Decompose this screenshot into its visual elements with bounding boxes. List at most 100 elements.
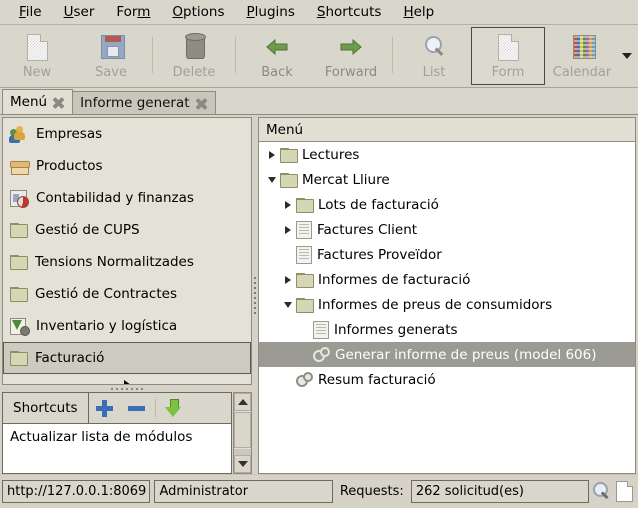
tree-node-informes-de-facturacio[interactable]: Informes de facturació xyxy=(259,267,635,292)
sidebar-item-contractes[interactable]: Gestió de Contractes xyxy=(3,278,251,310)
new-page-icon xyxy=(21,32,53,62)
menu-plugins[interactable]: Plugins xyxy=(236,2,306,22)
menu-options[interactable]: Options xyxy=(161,2,235,22)
tree-node-lots-de-facturacio[interactable]: Lots de facturació xyxy=(259,192,635,217)
scrollbar-thumb[interactable] xyxy=(234,412,251,448)
toolbar-list-button[interactable]: List xyxy=(397,27,471,85)
folder-icon xyxy=(10,287,28,302)
shortcuts-add-button[interactable] xyxy=(89,393,121,423)
tree-node-label: Informes de preus de consumidors xyxy=(318,296,553,313)
tree-node-generar-informe-de-preus[interactable]: Generar informe de preus (model 606) xyxy=(259,342,635,367)
tree-node-label: Factures Proveïdor xyxy=(317,246,442,263)
menu-help[interactable]: Help xyxy=(392,2,445,22)
sidebar-item-label: Contabilidad y finanzas xyxy=(36,190,194,206)
menu-form[interactable]: Form xyxy=(105,2,161,22)
tab-menu[interactable]: Menú xyxy=(2,89,74,114)
status-requests-label: Requests: xyxy=(339,483,404,499)
sidebar-item-inventario[interactable]: Inventario y logística xyxy=(3,310,251,342)
menu-shortcuts[interactable]: Shortcuts xyxy=(306,2,393,22)
toolbar-delete-label: Delete xyxy=(172,65,216,80)
sidebar-item-empresas[interactable]: Empresas xyxy=(3,118,251,150)
sidebar-item-facturacio[interactable]: Facturació xyxy=(3,342,251,374)
tab-menu-label: Menú xyxy=(10,94,48,110)
twisty-expanded-icon[interactable] xyxy=(280,301,296,308)
sidebar-item-label: Gestió de Contractes xyxy=(35,286,177,302)
sidebar-item-tensions[interactable]: Tensions Normalitzades xyxy=(3,246,251,278)
folder-icon xyxy=(10,351,28,366)
triangle-up-icon xyxy=(237,399,248,405)
twisty-collapsed-icon[interactable] xyxy=(264,150,280,159)
close-icon[interactable] xyxy=(195,97,208,110)
shortcuts-scrollbar[interactable] xyxy=(233,392,252,474)
tree-node-label: Mercat Lliure xyxy=(302,171,390,188)
tree-node-resum-facturacio[interactable]: Resum facturació xyxy=(259,367,635,392)
toolbar-separator xyxy=(235,37,236,73)
status-bar: http://127.0.0.1:8069 ... Administrator … xyxy=(0,474,638,508)
shortcuts-title: Shortcuts xyxy=(3,393,89,423)
toolbar-delete-button[interactable]: Delete xyxy=(157,27,231,85)
sidebar-scroll-more[interactable] xyxy=(3,374,251,385)
sidebar-item-label: Productos xyxy=(36,158,103,174)
toolbar-new-button[interactable]: New xyxy=(0,27,74,85)
status-search-button[interactable] xyxy=(589,479,612,503)
triangle-down-icon xyxy=(237,461,248,467)
calendar-icon xyxy=(566,32,598,62)
toolbar-save-label: Save xyxy=(95,65,127,80)
inventory-icon xyxy=(10,317,30,336)
twisty-expanded-icon[interactable] xyxy=(264,176,280,183)
document-icon xyxy=(296,245,312,264)
tree-node-informes-generats[interactable]: Informes generats xyxy=(259,317,635,342)
tree-node-informes-de-preus[interactable]: Informes de preus de consumidors xyxy=(259,292,635,317)
sidebar-item-gestio-cups[interactable]: Gestió de CUPS xyxy=(3,214,251,246)
tree-node-label: Lectures xyxy=(302,146,360,163)
arrow-left-icon xyxy=(261,32,293,62)
download-arrow-icon xyxy=(165,399,182,417)
tree-node-factures-proveidor[interactable]: Factures Proveïdor xyxy=(259,242,635,267)
tree-node-mercat-lliure[interactable]: Mercat Lliure xyxy=(259,167,635,192)
twisty-collapsed-icon[interactable] xyxy=(280,200,296,209)
sidebar-item-contabilidad[interactable]: Contabilidad y finanzas xyxy=(3,182,251,214)
folder-icon xyxy=(296,297,314,313)
status-server-url[interactable]: http://127.0.0.1:8069 ... xyxy=(2,479,151,503)
trash-can-icon xyxy=(178,32,210,62)
toolbar-back-button[interactable]: Back xyxy=(240,27,314,85)
list-item[interactable]: Actualizar lista de módulos xyxy=(10,429,224,445)
tree-node-factures-client[interactable]: Factures Client xyxy=(259,217,635,242)
toolbar-separator xyxy=(152,37,153,73)
folder-icon xyxy=(10,255,28,270)
toolbar-calendar-button[interactable]: Calendar xyxy=(545,27,619,85)
toolbar-forward-button[interactable]: Forward xyxy=(314,27,388,85)
chevron-down-icon[interactable] xyxy=(622,53,632,59)
toolbar: New Save Delete Back Forward List Form C… xyxy=(0,25,638,88)
scroll-up-button[interactable] xyxy=(234,393,251,411)
twisty-collapsed-icon[interactable] xyxy=(280,275,296,284)
shortcuts-download-button[interactable] xyxy=(158,393,190,423)
sidebar-item-label: Empresas xyxy=(36,126,103,142)
main-body: Empresas Productos Contabilidad y finanz… xyxy=(0,115,638,474)
menu-file[interactable]: File xyxy=(8,2,53,22)
shortcuts-remove-button[interactable] xyxy=(121,393,153,423)
horizontal-splitter[interactable] xyxy=(2,385,252,392)
arrow-right-icon xyxy=(335,32,367,62)
scroll-down-button[interactable] xyxy=(234,455,251,473)
tab-informe-generat[interactable]: Informe generat xyxy=(72,91,216,114)
toolbar-back-label: Back xyxy=(261,65,293,80)
toolbar-save-button[interactable]: Save xyxy=(74,27,148,85)
floppy-disk-icon xyxy=(95,32,127,62)
status-page-button[interactable] xyxy=(613,479,636,503)
tree-node-lectures[interactable]: Lectures xyxy=(259,142,635,167)
close-icon[interactable] xyxy=(52,96,65,109)
sidebar-item-productos[interactable]: Productos xyxy=(3,150,251,182)
magnifier-icon xyxy=(593,482,610,499)
toolbar-new-label: New xyxy=(22,65,52,80)
twisty-collapsed-icon[interactable] xyxy=(280,225,296,234)
menu-tree: Menú Lectures Mercat Lliure Lots de fact… xyxy=(258,117,636,474)
toolbar-form-label: Form xyxy=(491,65,525,80)
chart-pie-icon xyxy=(10,189,29,208)
gears-icon xyxy=(296,372,313,387)
menu-user[interactable]: User xyxy=(53,2,106,22)
application-window: File User Form Options Plugins Shortcuts… xyxy=(0,0,638,508)
toolbar-form-button[interactable]: Form xyxy=(471,27,545,85)
folder-icon xyxy=(296,272,314,288)
tree-node-label: Informes generats xyxy=(334,321,458,338)
